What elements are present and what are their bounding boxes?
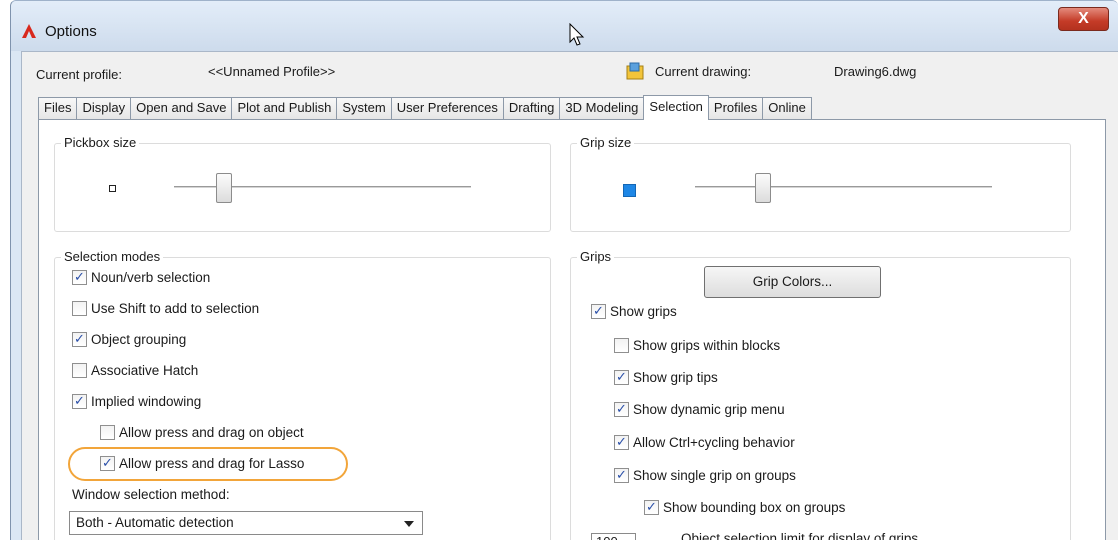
implied-windowing-option[interactable]: Implied windowing [72,393,202,409]
associative-hatch-label: Associative Hatch [91,363,199,378]
bounding-box-groups-label: Show bounding box on groups [663,500,846,515]
tab-profiles[interactable]: Profiles [708,97,763,119]
window-selection-method-value: Both - Automatic detection [76,515,234,530]
window-selection-method-dropdown[interactable]: Both - Automatic detection [69,511,423,535]
grip-size-preview [623,184,636,197]
shift-add-selection-label: Use Shift to add to selection [91,301,260,316]
title-bar[interactable]: Options X [11,1,1118,51]
grips-group: Grips [570,249,1071,540]
associative-hatch-checkbox[interactable] [72,363,87,378]
single-grip-groups-checkbox[interactable] [614,467,629,483]
tab-files[interactable]: Files [38,97,77,119]
window-selection-method-label: Window selection method: [72,487,230,502]
implied-windowing-label: Implied windowing [91,394,202,409]
bounding-box-groups-option[interactable]: Show bounding box on groups [644,499,846,515]
tab-system[interactable]: System [336,97,391,119]
show-grip-tips-checkbox[interactable] [614,369,629,385]
grip-size-title: Grip size [577,135,635,150]
window-title: Options [45,23,97,40]
drawing-file-icon [626,62,644,80]
noun-verb-selection-option[interactable]: Noun/verb selection [72,269,211,285]
noun-verb-selection-label: Noun/verb selection [91,270,211,285]
show-grips-label: Show grips [610,304,677,319]
show-grip-tips-label: Show grip tips [633,370,718,385]
press-drag-object-checkbox[interactable] [100,425,115,440]
show-grips-within-blocks-label: Show grips within blocks [633,338,781,353]
lasso-highlight-annotation [68,447,348,481]
tab-3d-modeling[interactable]: 3D Modeling [559,97,644,119]
tab-selection[interactable]: Selection [643,95,709,120]
current-profile-value: <<Unnamed Profile>> [208,64,336,79]
grip-size-slider-track[interactable] [695,186,992,189]
tab-strip: Files Display Open and Save Plot and Pub… [38,95,812,120]
shift-add-selection-option[interactable]: Use Shift to add to selection [72,301,259,316]
tab-online[interactable]: Online [762,97,812,119]
ctrl-cycling-label: Allow Ctrl+cycling behavior [633,435,795,450]
associative-hatch-option[interactable]: Associative Hatch [72,363,198,378]
bounding-box-groups-checkbox[interactable] [644,499,659,515]
show-dynamic-grip-menu-label: Show dynamic grip menu [633,402,785,417]
show-grips-within-blocks-option[interactable]: Show grips within blocks [614,338,780,353]
pickbox-preview [109,185,116,192]
show-grips-option[interactable]: Show grips [591,303,677,319]
object-limit-label: Object selection limit for display of gr… [681,531,919,540]
ctrl-cycling-option[interactable]: Allow Ctrl+cycling behavior [614,434,795,450]
object-grouping-option[interactable]: Object grouping [72,331,187,347]
tab-user-preferences[interactable]: User Preferences [390,97,503,119]
show-dynamic-grip-menu-option[interactable]: Show dynamic grip menu [614,401,785,417]
tab-open-and-save[interactable]: Open and Save [130,97,232,119]
grip-colors-button[interactable]: Grip Colors... [704,266,881,298]
object-limit-input[interactable]: 100 [591,533,636,540]
press-drag-object-option[interactable]: Allow press and drag on object [100,425,304,440]
show-grips-checkbox[interactable] [591,303,606,319]
close-button[interactable]: X [1058,7,1109,31]
shift-add-selection-checkbox[interactable] [72,301,87,316]
object-grouping-label: Object grouping [91,332,187,347]
selection-modes-title: Selection modes [61,249,164,264]
grips-title: Grips [577,249,615,264]
noun-verb-selection-checkbox[interactable] [72,269,87,285]
single-grip-groups-label: Show single grip on groups [633,468,796,483]
current-profile-label: Current profile: [36,67,122,82]
show-grip-tips-option[interactable]: Show grip tips [614,369,718,385]
ctrl-cycling-checkbox[interactable] [614,434,629,450]
pickbox-slider-thumb[interactable] [216,173,232,203]
current-drawing-value: Drawing6.dwg [834,64,917,79]
object-grouping-checkbox[interactable] [72,331,87,347]
grip-size-slider-thumb[interactable] [755,173,771,203]
tab-drafting[interactable]: Drafting [502,97,560,119]
single-grip-groups-option[interactable]: Show single grip on groups [614,467,796,483]
show-grips-within-blocks-checkbox[interactable] [614,338,629,353]
tab-display[interactable]: Display [76,97,131,119]
press-drag-object-label: Allow press and drag on object [119,425,304,440]
mouse-cursor-icon [569,23,585,46]
autocad-app-icon [22,24,36,38]
implied-windowing-checkbox[interactable] [72,393,87,409]
show-dynamic-grip-menu-checkbox[interactable] [614,401,629,417]
current-drawing-label: Current drawing: [655,64,752,79]
tab-plot-and-publish[interactable]: Plot and Publish [231,97,337,119]
chevron-down-icon [404,521,414,527]
pickbox-size-title: Pickbox size [61,135,140,150]
